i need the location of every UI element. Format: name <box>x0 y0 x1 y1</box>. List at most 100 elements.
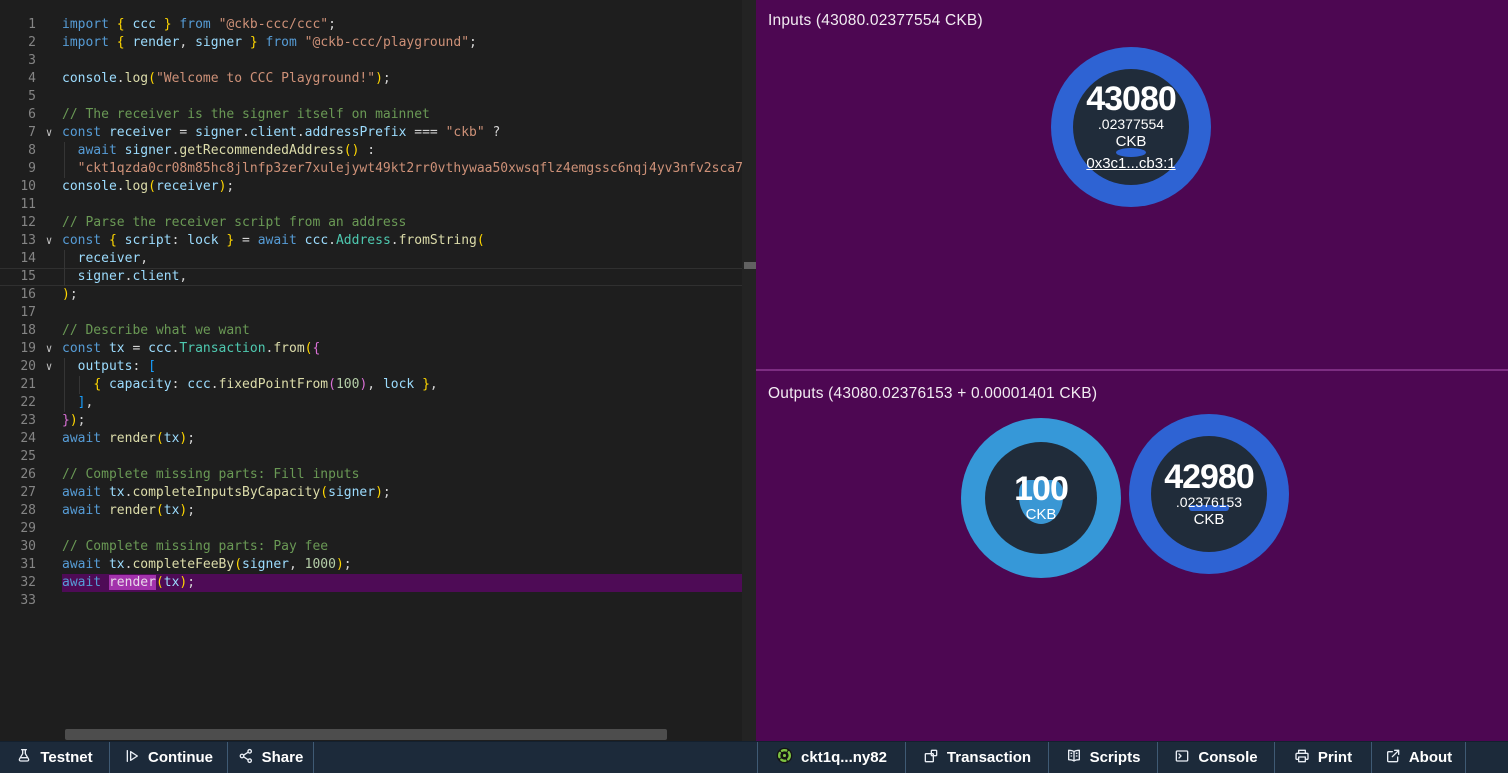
wallet-address-button[interactable]: ckt1q...ny82 <box>758 742 906 773</box>
code-text <box>62 88 756 106</box>
code-line[interactable]: 1import { ccc } from "@ckb-ccc/ccc"; <box>0 16 756 34</box>
code-text: // Complete missing parts: Pay fee <box>62 538 756 556</box>
testnet-button[interactable]: Testnet <box>0 742 110 773</box>
line-number: 8 <box>0 142 36 160</box>
code-line[interactable]: 15 signer.client, <box>0 268 756 286</box>
code-text: // Complete missing parts: Fill inputs <box>62 466 756 484</box>
code-line[interactable]: 3 <box>0 52 756 70</box>
code-line[interactable]: 4console.log("Welcome to CCC Playground!… <box>0 70 756 88</box>
line-number: 24 <box>0 430 36 448</box>
gutter-spacer <box>36 448 62 466</box>
code-line[interactable]: 13∨const { script: lock } = await ccc.Ad… <box>0 232 756 250</box>
line-number: 18 <box>0 322 36 340</box>
code-line[interactable]: 17 <box>0 304 756 322</box>
code-line[interactable]: 12// Parse the receiver script from an a… <box>0 214 756 232</box>
continue-button[interactable]: Continue <box>110 742 228 773</box>
fold-chevron-icon[interactable]: ∨ <box>36 124 62 142</box>
code-editor[interactable]: 1import { ccc } from "@ckb-ccc/ccc";2imp… <box>0 0 756 741</box>
line-number: 32 <box>0 574 36 592</box>
input-unit: CKB <box>1116 133 1147 151</box>
share-label: Share <box>262 749 304 766</box>
code-line[interactable]: 26 // Complete missing parts: Fill inputs <box>0 466 756 484</box>
fold-chevron-icon[interactable]: ∨ <box>36 358 62 376</box>
line-number: 22 <box>0 394 36 412</box>
line-number: 20 <box>0 358 36 376</box>
code-line[interactable]: 32await render(tx); <box>0 574 756 592</box>
code-line[interactable]: 30// Complete missing parts: Pay fee <box>0 538 756 556</box>
line-number: 11 <box>0 196 36 214</box>
code-line[interactable]: 28await render(tx); <box>0 502 756 520</box>
share-button[interactable]: Share <box>228 742 314 773</box>
code-line[interactable]: 16); <box>0 286 756 304</box>
code-line[interactable]: 33 <box>0 592 756 610</box>
output-cell-1[interactable]: 42980 .02376153 CKB <box>1129 414 1289 574</box>
line-number: 26 <box>0 466 36 484</box>
vertical-scrollbar[interactable] <box>742 0 756 741</box>
console-label: Console <box>1198 749 1257 766</box>
inputs-title: Inputs (43080.02377554 CKB) <box>768 12 983 30</box>
line-number: 28 <box>0 502 36 520</box>
code-line[interactable]: 27await tx.completeInputsByCapacity(sign… <box>0 484 756 502</box>
transaction-icon <box>923 748 939 768</box>
code-line[interactable]: 23}); <box>0 412 756 430</box>
code-text: // Describe what we want <box>62 322 756 340</box>
gutter-spacer <box>36 376 62 394</box>
bottom-toolbar: Testnet Continue Share ckt1q...ny82 <box>0 741 1508 773</box>
outpoint-link[interactable]: 0x3c1...cb3:1 <box>1086 155 1175 173</box>
code-line[interactable]: 22 ], <box>0 394 756 412</box>
scripts-icon <box>1066 748 1082 768</box>
fold-chevron-icon[interactable]: ∨ <box>36 340 62 358</box>
step-forward-icon <box>124 748 140 768</box>
console-button[interactable]: Console <box>1158 742 1275 773</box>
code-line[interactable]: 21 { capacity: ccc.fixedPointFrom(100), … <box>0 376 756 394</box>
code-line[interactable]: 11 <box>0 196 756 214</box>
code-line[interactable]: 18 // Describe what we want <box>0 322 756 340</box>
horizontal-scrollbar-thumb[interactable] <box>65 729 667 740</box>
input-cell[interactable]: 43080 .02377554 CKB 0x3c1...cb3:1 <box>1051 47 1211 207</box>
code-line[interactable]: 7∨const receiver = signer.client.address… <box>0 124 756 142</box>
output-cell-1-inner: 42980 .02376153 CKB <box>1151 436 1267 552</box>
scripts-button[interactable]: Scripts <box>1049 742 1158 773</box>
code-text: await tx.completeInputsByCapacity(signer… <box>62 484 756 502</box>
line-number: 29 <box>0 520 36 538</box>
code-line[interactable]: 20∨ outputs: [ <box>0 358 756 376</box>
code-text: const { script: lock } = await ccc.Addre… <box>62 232 756 250</box>
about-button[interactable]: About <box>1372 742 1466 773</box>
code-line[interactable]: 14 receiver, <box>0 250 756 268</box>
code-text <box>62 196 756 214</box>
output-0-unit: CKB <box>1026 506 1057 524</box>
continue-label: Continue <box>148 749 213 766</box>
code-line[interactable]: 2import { render, signer } from "@ckb-cc… <box>0 34 756 52</box>
gutter-spacer <box>36 34 62 52</box>
code-text: await render(tx); <box>62 430 756 448</box>
gutter-spacer <box>36 466 62 484</box>
code-line[interactable]: 19∨const tx = ccc.Transaction.from({ <box>0 340 756 358</box>
gutter-spacer <box>36 160 62 178</box>
output-1-decimals: .02376153 <box>1176 494 1242 511</box>
code-line[interactable]: 24 await render(tx); <box>0 430 756 448</box>
code-line[interactable]: 29 <box>0 520 756 538</box>
line-number: 19 <box>0 340 36 358</box>
code-text <box>62 304 756 322</box>
code-text: { capacity: ccc.fixedPointFrom(100), loc… <box>62 376 756 394</box>
code-line[interactable]: 25 <box>0 448 756 466</box>
gutter-spacer <box>36 286 62 304</box>
print-label: Print <box>1318 749 1352 766</box>
transaction-button[interactable]: Transaction <box>906 742 1049 773</box>
gutter-spacer <box>36 52 62 70</box>
code-line[interactable]: 6// The receiver is the signer itself on… <box>0 106 756 124</box>
inputs-section: Inputs (43080.02377554 CKB) 43080 .02377… <box>756 0 1508 369</box>
gutter-spacer <box>36 484 62 502</box>
overview-ruler-marker <box>744 262 756 269</box>
code-line[interactable]: 9 "ckt1qzda0cr08m85hc8jlnfp3zer7xulejywt… <box>0 160 756 178</box>
fold-chevron-icon[interactable]: ∨ <box>36 232 62 250</box>
print-button[interactable]: Print <box>1275 742 1372 773</box>
code-line[interactable]: 5 <box>0 88 756 106</box>
code-line[interactable]: 8 await signer.getRecommendedAddress() : <box>0 142 756 160</box>
line-number: 2 <box>0 34 36 52</box>
output-cell-0[interactable]: 100 CKB <box>961 418 1121 578</box>
code-line[interactable]: 31await tx.completeFeeBy(signer, 1000); <box>0 556 756 574</box>
code-line[interactable]: 10console.log(receiver); <box>0 178 756 196</box>
gutter-spacer <box>36 88 62 106</box>
gutter-spacer <box>36 394 62 412</box>
